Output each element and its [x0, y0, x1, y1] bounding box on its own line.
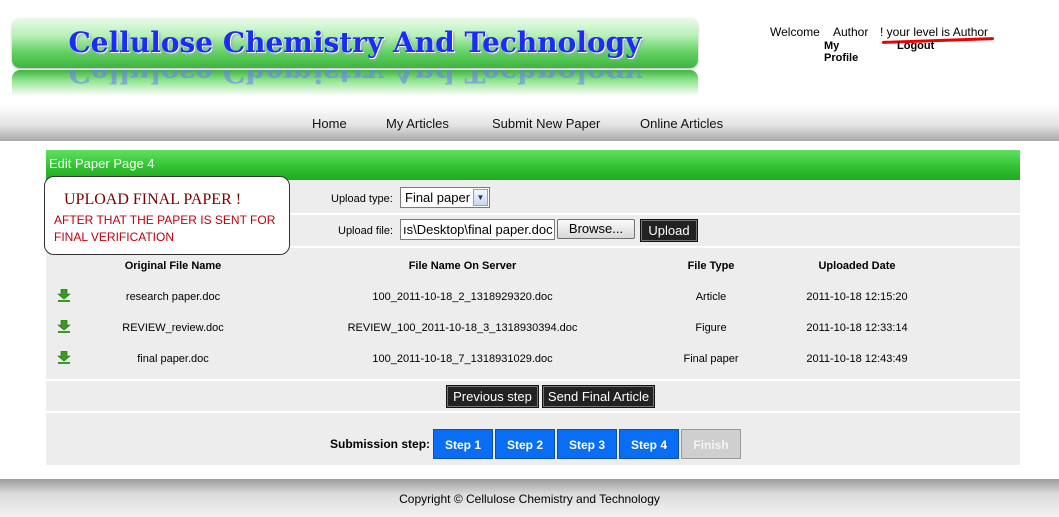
submission-step-label: Submission step: — [330, 437, 431, 451]
upload-type-select[interactable]: Final paper ▼ — [400, 187, 490, 208]
upload-button[interactable]: Upload — [640, 219, 698, 242]
callout-title: UPLOAD FINAL PAPER ! — [64, 191, 242, 208]
upload-file-label: Upload file: — [338, 225, 394, 237]
cell-date: 2011-10-18 12:33:14 — [806, 322, 908, 334]
panel-title: Edit Paper Page 4 — [49, 156, 155, 171]
row-divider — [46, 379, 1020, 381]
step-2-button[interactable]: Step 2 — [495, 429, 555, 459]
upload-type-label: Upload type: — [331, 193, 393, 205]
cell-type: Final paper — [683, 353, 739, 365]
cell-original: REVIEW_review.doc — [122, 322, 224, 334]
finish-button: Finish — [681, 429, 741, 459]
cell-date: 2011-10-18 12:15:20 — [806, 291, 908, 303]
cell-server: REVIEW_100_2011-10-18_3_1318930394.doc — [347, 322, 578, 334]
send-final-article-button[interactable]: Send Final Article — [542, 385, 655, 408]
col-header-original: Original File Name — [124, 260, 222, 272]
previous-step-button[interactable]: Previous step — [446, 385, 539, 408]
cell-date: 2011-10-18 12:43:49 — [806, 353, 908, 365]
upload-type-value: Final paper — [405, 190, 471, 205]
site-title-reflection: Cellulose Chemistry And Technology — [68, 70, 642, 89]
col-header-date: Uploaded Date — [818, 260, 896, 272]
my-profile-link[interactable]: My Profile — [824, 40, 858, 64]
step-4-button[interactable]: Step 4 — [619, 429, 679, 459]
cell-original: research paper.doc — [125, 291, 221, 303]
page: Cellulose Chemistry And Technology Cellu… — [0, 0, 1059, 517]
callout-text: AFTER THAT THE PAPER IS SENT FOR FINAL V… — [54, 213, 276, 244]
cell-type: Figure — [695, 322, 727, 334]
user-name: Author — [833, 25, 869, 39]
chevron-down-icon[interactable]: ▼ — [473, 189, 488, 206]
download-icon[interactable] — [57, 351, 71, 364]
cell-type: Article — [695, 291, 727, 303]
step-3-button[interactable]: Step 3 — [557, 429, 617, 459]
upload-file-input[interactable]: ıs\Desktop\final paper.doc — [400, 219, 555, 240]
nav-submit-new-paper[interactable]: Submit New Paper — [492, 116, 600, 131]
cell-server: 100_2011-10-18_7_1318931029.doc — [372, 353, 553, 365]
logout-link[interactable]: Logout — [897, 40, 934, 52]
nav-online-articles[interactable]: Online Articles — [640, 116, 723, 131]
cell-server: 100_2011-10-18_2_1318929320.doc — [372, 291, 553, 303]
site-title: Cellulose Chemistry And Technology — [68, 26, 642, 59]
footer: Copyright © Cellulose Chemistry and Tech… — [0, 479, 1059, 517]
cell-original: final paper.doc — [137, 353, 209, 365]
main-nav: Home My Articles Submit New Paper Online… — [0, 105, 1059, 141]
download-icon[interactable] — [57, 320, 71, 333]
row-divider — [46, 411, 1020, 413]
copyright-text: Copyright © Cellulose Chemistry and Tech… — [399, 492, 660, 506]
instruction-callout: UPLOAD FINAL PAPER ! AFTER THAT THE PAPE… — [44, 176, 290, 255]
welcome-text: Welcome — [770, 25, 820, 39]
col-header-server: File Name On Server — [408, 260, 517, 272]
nav-my-articles[interactable]: My Articles — [386, 116, 449, 131]
site-banner: Cellulose Chemistry And Technology — [12, 18, 698, 68]
download-icon[interactable] — [57, 289, 71, 302]
nav-home[interactable]: Home — [312, 116, 347, 131]
step-1-button[interactable]: Step 1 — [433, 429, 493, 459]
site-banner-reflection: Cellulose Chemistry And Technology — [12, 70, 698, 96]
col-header-type: File Type — [687, 260, 735, 272]
browse-button[interactable]: Browse... — [557, 219, 635, 239]
